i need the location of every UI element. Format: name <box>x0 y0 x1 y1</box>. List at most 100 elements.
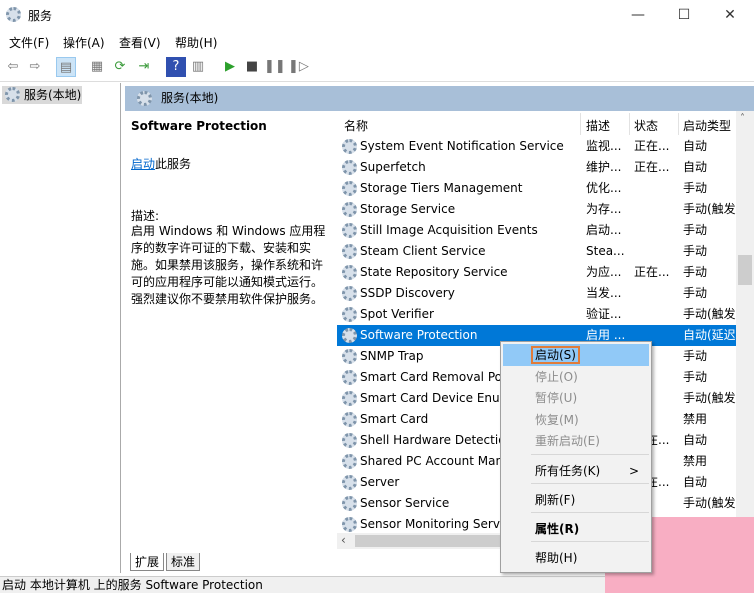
table-row[interactable]: Still Image Acquisition Events 启动... 手动 <box>337 220 736 241</box>
cell-name: State Repository Service <box>360 265 508 279</box>
close-button[interactable]: ✕ <box>707 0 753 30</box>
column-startup[interactable]: 启动类型 <box>683 117 731 134</box>
table-row[interactable]: System Event Notification Service 监视... … <box>337 136 736 157</box>
stop-icon[interactable]: ■ <box>242 57 262 77</box>
panel-header: 服务(本地) <box>125 86 754 111</box>
cell-startup: 手动(触发 <box>683 307 736 321</box>
column-desc[interactable]: 描述 <box>586 117 610 134</box>
gear-icon <box>342 160 357 175</box>
service-name: Software Protection <box>131 119 267 133</box>
menu-item-label: 启动(S) <box>531 346 580 364</box>
start-icon[interactable]: ▶ <box>220 57 240 77</box>
table-row[interactable]: Spot Verifier 验证... 手动(触发 <box>337 304 736 325</box>
table-row[interactable]: Storage Tiers Management 优化... 手动 <box>337 178 736 199</box>
tab-extended[interactable]: 扩展 <box>130 553 165 571</box>
hscroll-thumb[interactable] <box>355 535 505 547</box>
cell-startup: 自动 <box>683 475 708 489</box>
show-hide-tree-icon[interactable]: ▤ <box>56 57 76 77</box>
cell-name: Spot Verifier <box>360 307 434 321</box>
column-status[interactable]: 状态 <box>634 117 658 134</box>
description-pane: Software Protection 启动此服务 描述: 启用 Windows… <box>125 111 330 549</box>
menu-view[interactable]: 查看(V) <box>119 34 161 51</box>
properties-icon[interactable]: ▦ <box>87 57 107 77</box>
context-menu-item[interactable]: 所有任务(K) > <box>503 460 649 482</box>
cell-startup: 手动 <box>683 223 708 237</box>
context-menu-item[interactable]: 帮助(H) <box>503 547 649 569</box>
cell-startup: 禁用 <box>683 412 708 426</box>
context-menu-item[interactable]: 恢复(M) <box>503 409 649 431</box>
cell-startup: 自动 <box>683 433 708 447</box>
cell-startup: 禁用 <box>683 454 708 468</box>
cell-name: Superfetch <box>360 160 426 174</box>
cell-status: 正在... <box>634 265 670 279</box>
menu-item-label: 暂停(U) <box>535 391 578 405</box>
menu-file[interactable]: 文件(F) <box>9 34 49 51</box>
menu-item-label: 所有任务(K) <box>535 464 601 478</box>
cell-startup: 自动 <box>683 139 708 153</box>
help-icon[interactable]: ? <box>166 57 186 77</box>
context-menu-item[interactable]: 启动(S) <box>503 344 649 366</box>
gear-icon <box>342 244 357 259</box>
menu-help[interactable]: 帮助(H) <box>175 34 217 51</box>
gear-icon <box>342 223 357 238</box>
cell-startup: 手动 <box>683 181 708 195</box>
title-bar: 服务 — ☐ ✕ <box>0 0 754 30</box>
context-menu-item[interactable]: 暂停(U) <box>503 387 649 409</box>
cell-name: Still Image Acquisition Events <box>360 223 538 237</box>
desc-label: 描述: <box>131 209 160 223</box>
context-menu-item[interactable]: 重新启动(E) <box>503 430 649 452</box>
action-pane-icon[interactable]: ▥ <box>188 57 208 77</box>
services-app-icon <box>6 7 21 22</box>
menu-item-label: 恢复(M) <box>535 413 579 427</box>
table-row[interactable]: Storage Service 为存... 手动(触发 <box>337 199 736 220</box>
forward-icon[interactable]: ⇨ <box>25 57 45 77</box>
desc-text: 启用 Windows 和 Windows 应用程序的数字许可证的下载、安装和实施… <box>131 224 326 306</box>
tree-item-services-local[interactable]: 服务(本地) <box>2 86 82 104</box>
gear-icon <box>342 412 357 427</box>
gear-icon <box>342 391 357 406</box>
cell-desc: 启动... <box>586 223 622 237</box>
maximize-button[interactable]: ☐ <box>661 0 707 30</box>
cell-name: System Event Notification Service <box>360 139 564 153</box>
cell-desc: 维护... <box>586 160 622 174</box>
window-title: 服务 <box>28 9 53 23</box>
gear-icon <box>342 349 357 364</box>
menu-item-label: 重新启动(E) <box>535 434 600 448</box>
menu-action[interactable]: 操作(A) <box>63 34 105 51</box>
cell-startup: 手动(触发 <box>683 496 736 510</box>
tab-standard[interactable]: 标准 <box>166 553 201 571</box>
export-icon[interactable]: ⇥ <box>134 57 154 77</box>
resume-icon[interactable]: ❚▷ <box>288 57 309 77</box>
gear-icon <box>342 286 357 301</box>
context-menu-item[interactable]: 停止(O) <box>503 366 649 388</box>
column-name[interactable]: 名称 <box>344 117 368 134</box>
cell-startup: 手动(触发 <box>683 391 736 405</box>
back-icon[interactable]: ⇦ <box>3 57 23 77</box>
minimize-button[interactable]: — <box>615 0 661 30</box>
refresh-icon[interactable]: ⟳ <box>110 57 130 77</box>
pause-icon[interactable]: ❚❚ <box>264 57 286 77</box>
gear-icon <box>342 139 357 154</box>
gear-icon <box>342 454 357 469</box>
scroll-thumb[interactable] <box>738 255 752 285</box>
table-row[interactable]: SSDP Discovery 当发... 手动 <box>337 283 736 304</box>
table-row[interactable]: State Repository Service 为应... 正在... 手动 <box>337 262 736 283</box>
gear-icon <box>342 181 357 196</box>
tree-item-label: 服务(本地) <box>24 88 82 102</box>
panel-title: 服务(本地) <box>161 91 219 105</box>
cell-startup: 手动 <box>683 244 708 258</box>
vertical-scrollbar[interactable]: ˄ <box>736 111 754 533</box>
cell-startup: 手动 <box>683 265 708 279</box>
table-row[interactable]: Steam Client Service Stea... 手动 <box>337 241 736 262</box>
cell-startup: 自动 <box>683 160 708 174</box>
cell-desc: 优化... <box>586 181 622 195</box>
table-row[interactable]: Superfetch 维护... 正在... 自动 <box>337 157 736 178</box>
gear-icon <box>5 87 20 102</box>
cell-desc: 验证... <box>586 307 622 321</box>
context-menu-item[interactable]: 刷新(F) <box>503 489 649 511</box>
start-service-link[interactable]: 启动 <box>131 157 155 171</box>
cell-name: Storage Tiers Management <box>360 181 523 195</box>
cell-desc: Stea... <box>586 244 625 258</box>
context-menu-item[interactable]: 属性(R) <box>503 518 649 540</box>
gear-icon <box>342 265 357 280</box>
